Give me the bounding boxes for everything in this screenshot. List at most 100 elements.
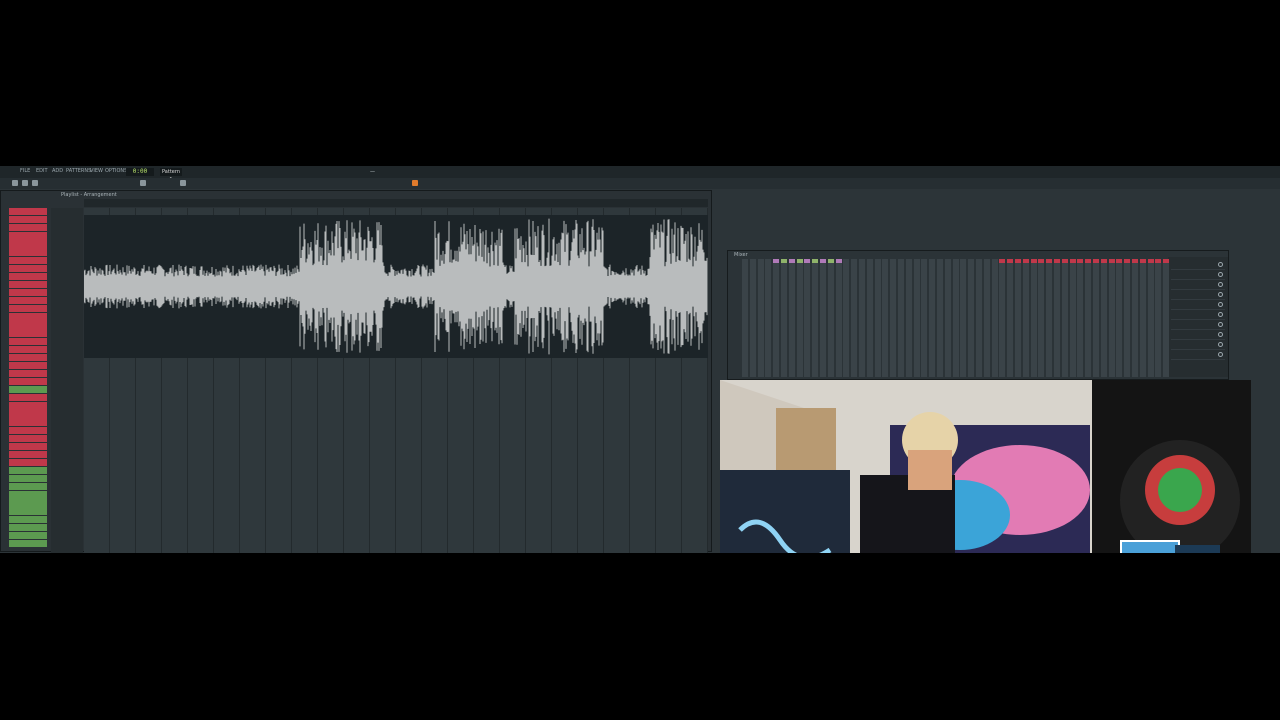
- mixer-insert-slot[interactable]: [1171, 311, 1225, 320]
- mixer-channel-strip[interactable]: [827, 259, 834, 377]
- track-header[interactable]: [9, 256, 47, 264]
- track-header[interactable]: [9, 329, 47, 337]
- mixer-channel-strip[interactable]: [1077, 259, 1084, 377]
- mixer-channel-strip[interactable]: [1100, 259, 1107, 377]
- mixer-channel-strip[interactable]: [820, 259, 826, 377]
- track-header[interactable]: [9, 426, 47, 434]
- mixer-channel-strip[interactable]: [874, 259, 881, 377]
- track-header[interactable]: [9, 297, 47, 305]
- snap-icon[interactable]: [180, 180, 186, 186]
- menu-options[interactable]: OPTIONS: [105, 168, 127, 175]
- track-header[interactable]: [9, 515, 47, 523]
- mixer-channel-strip[interactable]: [742, 259, 748, 377]
- mixer-channel-strip[interactable]: [937, 259, 943, 377]
- track-header[interactable]: [9, 386, 47, 394]
- track-header[interactable]: [9, 458, 47, 467]
- track-header[interactable]: [9, 361, 47, 370]
- mixer-channel-strip[interactable]: [1015, 259, 1021, 377]
- track-header[interactable]: [9, 232, 47, 240]
- mixer-channel-strip[interactable]: [1046, 259, 1053, 377]
- mixer-channel-strip[interactable]: [882, 259, 889, 377]
- mixer-channel-strip[interactable]: [1069, 259, 1076, 377]
- track-header[interactable]: [9, 208, 47, 216]
- menu-file[interactable]: FILE: [20, 168, 30, 175]
- track-header[interactable]: [9, 305, 47, 313]
- mix-knob-icon[interactable]: [1218, 282, 1223, 287]
- mixer-channel-strip[interactable]: [952, 259, 959, 377]
- mixer-channel-strip[interactable]: [1108, 259, 1115, 377]
- track-header[interactable]: [9, 410, 47, 418]
- mixer-channel-strip[interactable]: [1155, 259, 1162, 377]
- mixer-insert-slot[interactable]: [1171, 351, 1225, 360]
- menu-edit[interactable]: EDIT: [36, 168, 48, 175]
- track-header[interactable]: [9, 483, 47, 491]
- track-header[interactable]: [9, 264, 47, 272]
- mixer-channel-strip[interactable]: [1007, 259, 1014, 377]
- mixer-channel-strip[interactable]: [1061, 259, 1068, 377]
- track-header[interactable]: [9, 353, 47, 361]
- mixer-channel-strip[interactable]: [796, 259, 803, 377]
- track-header[interactable]: [9, 539, 47, 548]
- track-header[interactable]: [9, 402, 47, 410]
- mixer-channel-strip[interactable]: [1022, 259, 1029, 377]
- mixer-channel-strip[interactable]: [976, 259, 982, 377]
- mixer-channel-strip[interactable]: [804, 259, 811, 377]
- timeline-ruler[interactable]: [84, 199, 708, 207]
- mixer-channel-strip[interactable]: [1030, 259, 1037, 377]
- track-header[interactable]: [9, 216, 47, 224]
- mixer-insert-slot[interactable]: [1171, 301, 1225, 310]
- mixer-channel-strip[interactable]: [788, 259, 795, 377]
- mixer-channel-strip[interactable]: [905, 259, 912, 377]
- track-header[interactable]: [9, 321, 47, 329]
- track-header[interactable]: [9, 450, 47, 459]
- mixer-channel-strip[interactable]: [773, 259, 780, 377]
- mixer-channel-strip[interactable]: [757, 259, 764, 377]
- track-header[interactable]: [9, 442, 47, 451]
- track-header[interactable]: [9, 499, 47, 507]
- mixer-channel-strip[interactable]: [991, 259, 998, 377]
- mixer-insert-slot[interactable]: [1171, 321, 1225, 330]
- mixer-channel-strip[interactable]: [944, 259, 951, 377]
- mixer-insert-slot[interactable]: [1171, 291, 1225, 300]
- mix-knob-icon[interactable]: [1218, 342, 1223, 347]
- mixer-channel-strip[interactable]: [983, 259, 990, 377]
- track-header[interactable]: [9, 418, 47, 426]
- track-header[interactable]: [9, 434, 47, 442]
- track-header[interactable]: [9, 280, 47, 289]
- mix-knob-icon[interactable]: [1218, 292, 1223, 297]
- track-header[interactable]: [9, 523, 47, 531]
- mix-knob-icon[interactable]: [1218, 352, 1223, 357]
- mixer-channel-strip[interactable]: [921, 259, 928, 377]
- track-header[interactable]: [9, 248, 47, 256]
- mixer-channel-strip[interactable]: [929, 259, 936, 377]
- mixer-insert-slot[interactable]: [1171, 281, 1225, 290]
- mixer-channel-strip[interactable]: [1139, 259, 1146, 377]
- mixer-channel-strip[interactable]: [1093, 259, 1099, 377]
- track-header[interactable]: [9, 377, 47, 386]
- song-position-display[interactable]: 0:00: [126, 168, 154, 176]
- track-header[interactable]: [9, 491, 47, 499]
- mixer-insert-slot[interactable]: [1171, 341, 1225, 350]
- mix-knob-icon[interactable]: [1218, 302, 1223, 307]
- mixer-channel-strip[interactable]: [1163, 259, 1170, 377]
- mixer-channel-strip[interactable]: [765, 259, 772, 377]
- mixer-channel-strip[interactable]: [812, 259, 819, 377]
- track-header[interactable]: [9, 224, 47, 232]
- pattern-selector[interactable]: Pattern 1: [160, 168, 182, 183]
- mixer-channel-strip[interactable]: [781, 259, 787, 377]
- mixer-channel-strip[interactable]: [890, 259, 897, 377]
- mixer-channel-strip[interactable]: [859, 259, 865, 377]
- mix-knob-icon[interactable]: [1218, 332, 1223, 337]
- mixer-channel-strip[interactable]: [1116, 259, 1123, 377]
- mixer-channel-strip[interactable]: [866, 259, 873, 377]
- mixer-channel-strip[interactable]: [1132, 259, 1138, 377]
- menu-add[interactable]: ADD: [52, 168, 63, 175]
- menu-view[interactable]: VIEW: [90, 168, 103, 175]
- mixer-channel-strip[interactable]: [1124, 259, 1131, 377]
- track-header[interactable]: [9, 467, 47, 475]
- track-header[interactable]: [9, 313, 47, 321]
- mixer-channel-strip[interactable]: [851, 259, 858, 377]
- track-header[interactable]: [9, 345, 47, 353]
- mixer-insert-slot[interactable]: [1171, 331, 1225, 340]
- mix-knob-icon[interactable]: [1218, 312, 1223, 317]
